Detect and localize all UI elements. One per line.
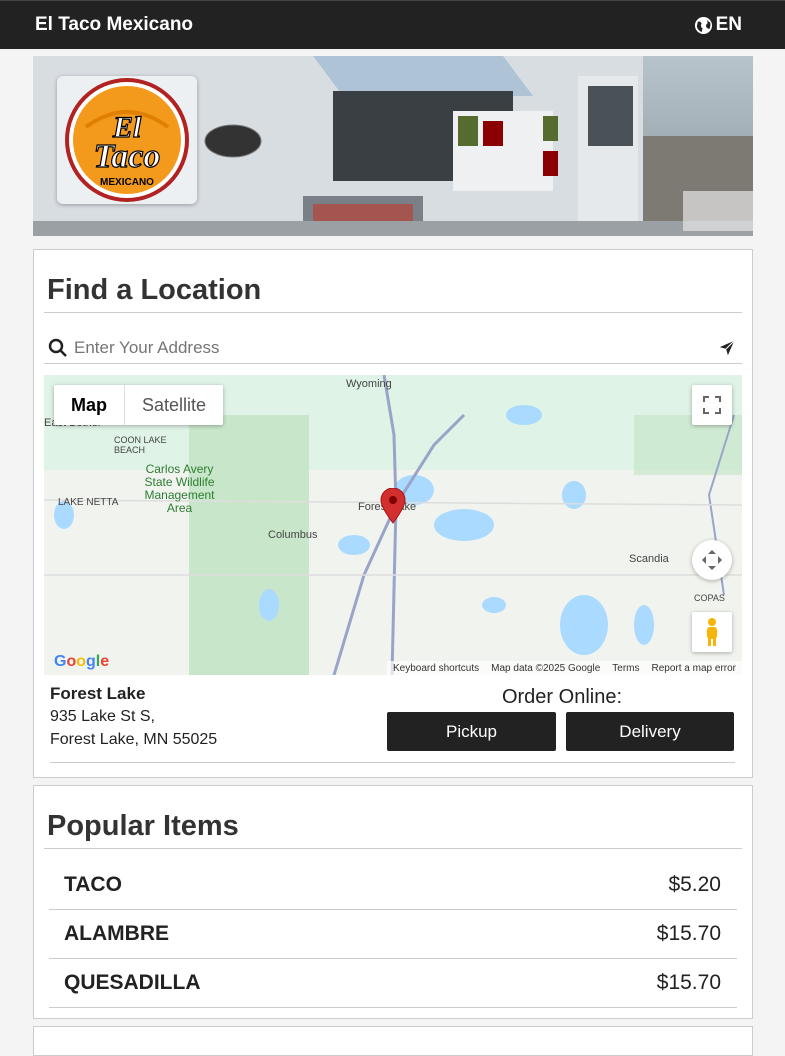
- delivery-button[interactable]: Delivery: [566, 712, 734, 751]
- location-map[interactable]: Wyoming East Bethel COON LAKE BEACH Carl…: [44, 375, 742, 675]
- menu-item-price: $15.70: [656, 922, 721, 945]
- location-pin-icon[interactable]: [380, 488, 406, 524]
- map-label: Carlos Avery State Wildlife Management A…: [144, 462, 215, 515]
- address-search[interactable]: [44, 332, 742, 364]
- menu-item-price: $15.70: [656, 971, 721, 994]
- map-label: LAKE NETTA: [58, 497, 119, 508]
- menu-item-price: $5.20: [668, 873, 721, 896]
- menu-item-name: QUESADILLA: [64, 971, 201, 994]
- google-logo: Google: [54, 653, 110, 670]
- logo-text-mexicano: MEXICANO: [100, 177, 154, 188]
- location-name: Forest Lake: [50, 684, 146, 703]
- next-section-card: [33, 1026, 753, 1056]
- map-label: COPAS: [694, 593, 725, 603]
- address-input[interactable]: [68, 337, 718, 358]
- globe-icon: [694, 16, 712, 34]
- pegman-icon: [707, 618, 717, 646]
- send-location-icon[interactable]: [718, 339, 736, 357]
- map-label: Scandia: [629, 553, 669, 565]
- satellite-tab[interactable]: Satellite: [125, 385, 223, 425]
- terms-link[interactable]: Terms: [612, 663, 639, 674]
- camera-control-button[interactable]: [692, 540, 732, 580]
- find-location-title: Find a Location: [44, 250, 742, 313]
- map-type-control: Map Satellite: [54, 385, 224, 425]
- pickup-button[interactable]: Pickup: [387, 712, 556, 751]
- menu-item-row[interactable]: TACO $5.20: [49, 861, 737, 910]
- location-address-line1: 935 Lake St S,: [50, 708, 155, 725]
- el-taco-logo: El Taco MEXICANO: [65, 78, 189, 202]
- map-label: Columbus: [268, 529, 318, 541]
- menu-item-row[interactable]: QUESADILLA $15.70: [49, 959, 737, 1008]
- brand-name[interactable]: El Taco Mexicano: [35, 14, 193, 36]
- popular-items-title: Popular Items: [44, 786, 742, 849]
- language-selector[interactable]: EN: [694, 14, 742, 36]
- map-data-credit: Map data ©2025 Google: [491, 662, 601, 674]
- fullscreen-button[interactable]: [692, 385, 732, 425]
- map-footer: Keyboard shortcuts Map data ©2025 Google…: [386, 661, 742, 675]
- menu-item-row[interactable]: ALAMBRE $15.70: [49, 910, 737, 959]
- search-icon: [48, 338, 67, 357]
- logo-text-taco: Taco: [94, 138, 161, 175]
- report-error-link[interactable]: Report a map error: [652, 663, 736, 674]
- pan-arrows-icon: [702, 550, 722, 570]
- map-label: COON LAKE BEACH: [114, 435, 167, 455]
- popular-items-card: Popular Items TACO $5.20 ALAMBRE $15.70 …: [33, 785, 753, 1019]
- logo-card[interactable]: El Taco MEXICANO: [57, 76, 197, 204]
- location-address-line2: Forest Lake, MN 55025: [50, 731, 218, 748]
- map-tab[interactable]: Map: [54, 385, 125, 425]
- keyboard-shortcuts-link[interactable]: Keyboard shortcuts: [393, 663, 479, 674]
- map-label: Wyoming: [346, 378, 392, 390]
- street-view-button[interactable]: [692, 612, 732, 652]
- language-label: EN: [715, 14, 742, 35]
- fullscreen-icon: [703, 396, 721, 414]
- find-location-card: Find a Location Enter Your Address Wyomi…: [33, 249, 753, 778]
- top-bar: El Taco Mexicano EN: [0, 0, 785, 49]
- divider: [50, 762, 735, 763]
- order-online-label: Order Online:: [501, 686, 623, 708]
- menu-item-name: ALAMBRE: [64, 922, 169, 945]
- menu-item-name: TACO: [64, 873, 122, 896]
- hero-banner: El Taco MEXICANO: [33, 56, 753, 236]
